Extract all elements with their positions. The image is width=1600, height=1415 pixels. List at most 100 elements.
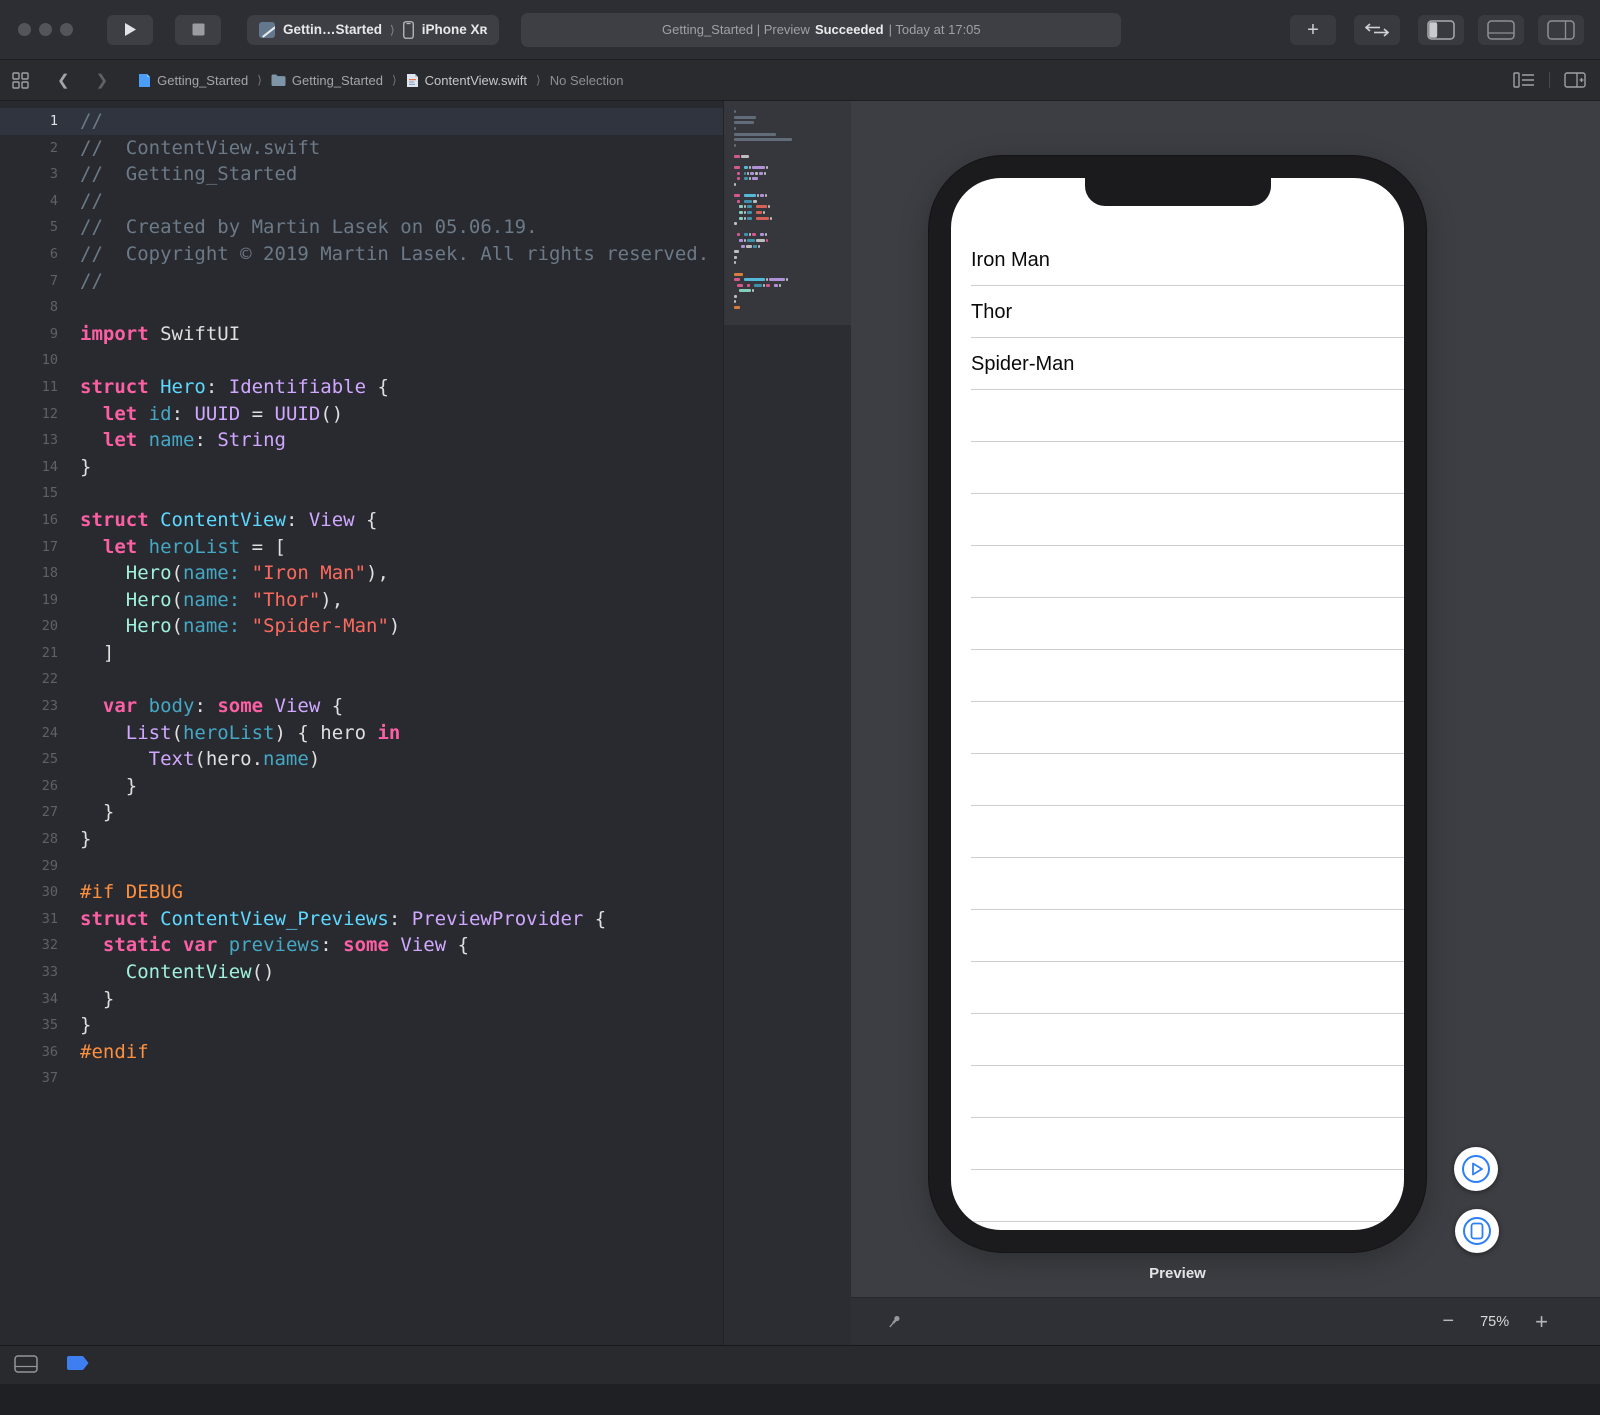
code-line[interactable]: 17 let heroList = [ [0, 534, 723, 561]
code-line[interactable]: 26 } [0, 773, 723, 800]
code-line[interactable]: 31 struct ContentView_Previews: PreviewPr… [0, 906, 723, 933]
line-number: 13 [41, 432, 58, 449]
editor-options-icon[interactable] [1513, 72, 1535, 88]
library-button[interactable]: + [1290, 14, 1336, 45]
list-row-label: Iron Man [971, 248, 1050, 271]
code-line[interactable]: 32 static var previews: some View { [0, 932, 723, 959]
code-line[interactable]: 18 Hero(name: "Iron Man"), [0, 560, 723, 587]
code-line[interactable]: 28} [0, 826, 723, 853]
folder-icon [271, 74, 286, 86]
code-line[interactable]: 35} [0, 1012, 723, 1039]
list-separator-row [951, 806, 1404, 858]
code-line[interactable]: 4// [0, 188, 723, 215]
minimize-window-button[interactable] [39, 23, 52, 36]
line-number: 37 [41, 1070, 58, 1087]
code-line[interactable]: 8 [0, 294, 723, 321]
breadcrumb-project[interactable]: Getting_Started [138, 73, 248, 88]
code-line[interactable]: 14} [0, 454, 723, 481]
code-line[interactable]: 34 } [0, 986, 723, 1013]
code-editor[interactable]: 1//2// ContentView.swift 3// Getting_Star… [0, 101, 723, 1345]
breadcrumb-group[interactable]: Getting_Started [271, 73, 383, 88]
scheme-name: Gettin…Started [283, 22, 383, 37]
preview-on-device-button[interactable] [1455, 1209, 1499, 1253]
editor-mode-button[interactable] [1354, 14, 1400, 45]
breadcrumb-file-label: ContentView.swift [424, 72, 528, 88]
code-line[interactable]: 22 [0, 666, 723, 693]
line-number: 1 [49, 113, 58, 129]
zoom-in-button[interactable]: + [1535, 1309, 1548, 1335]
breakpoint-icon[interactable] [66, 1355, 90, 1371]
code-line[interactable]: 29 [0, 853, 723, 880]
line-number: 28 [41, 831, 58, 848]
code-line[interactable]: 37 [0, 1065, 723, 1092]
code-line[interactable]: 11 struct Hero: Identifiable { [0, 374, 723, 401]
run-button[interactable] [107, 14, 153, 45]
code-line[interactable]: 25 Text(hero.name) [0, 746, 723, 773]
related-items-icon[interactable] [12, 71, 29, 89]
code-line[interactable]: 7// [0, 268, 723, 295]
close-window-button[interactable] [18, 23, 31, 36]
pin-icon[interactable] [885, 1313, 903, 1331]
right-panel-icon [1547, 19, 1575, 40]
code-line[interactable]: 3// Getting_Started [0, 161, 723, 188]
go-forward-button[interactable]: ❯ [96, 71, 109, 89]
list-separator-row [951, 1066, 1404, 1118]
code-line[interactable]: 27 } [0, 799, 723, 826]
breadcrumb-separator: ⟩ [391, 73, 397, 87]
code-line[interactable]: 16 struct ContentView: View { [0, 507, 723, 534]
iphone-icon [402, 20, 414, 39]
code-line[interactable]: 2// ContentView.swift [0, 135, 723, 162]
code-line[interactable]: 12 let id: UUID = UUID() [0, 401, 723, 428]
zoom-out-button[interactable]: − [1442, 1310, 1454, 1333]
code-line[interactable]: 20 Hero(name: "Spider-Man") [0, 613, 723, 640]
list-separator-row [951, 494, 1404, 546]
code-line[interactable]: 21 ] [0, 640, 723, 667]
line-number: 29 [41, 857, 58, 874]
code-line[interactable]: 33 ContentView() [0, 959, 723, 986]
code-line[interactable]: 6// Copyright © 2019 Martin Lasek. All r… [0, 241, 723, 268]
list-separator-row [951, 442, 1404, 494]
add-editor-icon[interactable] [1564, 72, 1586, 88]
line-number: 15 [41, 485, 58, 502]
line-number: 25 [41, 751, 58, 768]
zoom-window-button[interactable] [60, 23, 73, 36]
stop-button[interactable] [175, 14, 221, 45]
go-back-button[interactable]: ❮ [57, 71, 70, 89]
iphone-screen: Iron Man Thor Spider-Man [951, 178, 1404, 1230]
code-line[interactable]: 19 Hero(name: "Thor"), [0, 587, 723, 614]
canvas-zoom-bar: − 75% + [851, 1297, 1600, 1345]
code-line[interactable]: 23 var body: some View { [0, 693, 723, 720]
minimap[interactable] [723, 101, 851, 1345]
code-line[interactable]: 1// [0, 108, 723, 135]
toggle-debug-area-button[interactable] [1478, 14, 1524, 45]
toggle-inspector-button[interactable] [1538, 14, 1584, 45]
line-number: 3 [49, 166, 58, 183]
code-line[interactable]: 10 [0, 347, 723, 374]
traffic-lights [18, 23, 73, 36]
stop-icon [192, 23, 204, 36]
line-number: 11 [41, 378, 58, 395]
code-line[interactable]: 36 #endif [0, 1039, 723, 1066]
code-line[interactable]: 15 [0, 480, 723, 507]
code-line[interactable]: 5// Created by Martin Lasek on 05.06.19. [0, 214, 723, 241]
code-line[interactable]: 30 #if DEBUG [0, 879, 723, 906]
live-preview-button[interactable] [1454, 1147, 1498, 1191]
line-number: 5 [49, 219, 58, 236]
code-line[interactable]: 13 let name: String [0, 427, 723, 454]
code-line[interactable]: 24 List(heroList) { hero in [0, 720, 723, 747]
panel-toggle-icon[interactable] [14, 1355, 38, 1373]
line-number: 7 [49, 272, 58, 289]
scheme-selector[interactable]: Gettin…Started ⟩ iPhone Xʀ [247, 14, 500, 45]
code-line[interactable]: 9 import SwiftUI [0, 321, 723, 348]
xcode-window: Gettin…Started ⟩ iPhone Xʀ Getting_Start… [0, 0, 1600, 1415]
toggle-navigator-button[interactable] [1418, 14, 1464, 45]
swap-arrows-icon [1365, 22, 1389, 37]
breadcrumb-file[interactable]: ContentView.swift [406, 73, 527, 88]
breadcrumb-selection[interactable]: No Selection [550, 73, 624, 88]
scheme-app-icon [259, 21, 275, 38]
breadcrumb: Getting_Started ⟩ Getting_Started ⟩ Cont… [138, 73, 623, 88]
line-number: 30 [41, 884, 58, 901]
line-number: 23 [41, 698, 58, 715]
plus-icon: + [1307, 18, 1319, 41]
scheme-destination: iPhone Xʀ [421, 22, 488, 37]
